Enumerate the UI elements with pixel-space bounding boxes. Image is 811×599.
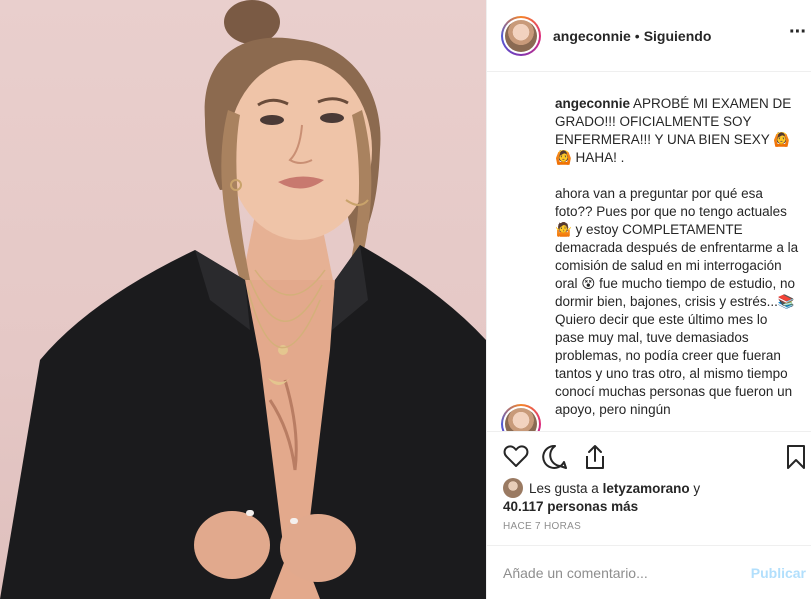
heart-icon[interactable] bbox=[503, 444, 529, 473]
post-photo-illustration bbox=[0, 0, 486, 599]
caption-text: APROBÉ MI EXAMEN DE GRADO!!! OFICIALMENT… bbox=[555, 96, 799, 417]
likes-count[interactable]: 40.117 personas más bbox=[503, 499, 638, 514]
comment-input[interactable] bbox=[503, 564, 743, 581]
user-avatar[interactable] bbox=[505, 19, 537, 52]
comment-avatar-image bbox=[505, 408, 537, 431]
share-icon[interactable] bbox=[583, 444, 607, 475]
comment-icon[interactable] bbox=[542, 444, 568, 475]
more-horizontal-icon[interactable]: ··· bbox=[789, 22, 807, 42]
likes-prefix: Les gusta a bbox=[529, 481, 603, 496]
header-separator: • bbox=[634, 27, 640, 44]
post-header: angeconnie • Siguiendo ··· bbox=[487, 0, 811, 72]
likes-summary: Les gusta a letyzamorano y 40.117 person… bbox=[503, 478, 803, 516]
liker-avatar[interactable] bbox=[503, 478, 523, 498]
caption-area[interactable]: angeconnie APROBÉ MI EXAMEN DE GRADO!!! … bbox=[487, 73, 811, 431]
following-button[interactable]: Siguiendo bbox=[644, 28, 712, 44]
user-avatar-ring[interactable] bbox=[501, 15, 541, 56]
bookmark-icon[interactable] bbox=[786, 444, 806, 475]
header-username[interactable]: angeconnie bbox=[553, 28, 631, 44]
post-side-panel: angeconnie • Siguiendo ··· angeconnie AP… bbox=[486, 0, 811, 599]
comment-bar: Publicar bbox=[487, 545, 811, 599]
liked-by-username[interactable]: letyzamorano bbox=[603, 481, 690, 496]
action-bar bbox=[487, 431, 811, 477]
post-timestamp[interactable]: HACE 7 HORAS bbox=[503, 521, 581, 532]
caption-username[interactable]: angeconnie bbox=[555, 96, 630, 111]
comment-avatar[interactable] bbox=[501, 404, 541, 431]
publish-button[interactable]: Publicar bbox=[751, 565, 806, 581]
post-caption: angeconnie APROBÉ MI EXAMEN DE GRADO!!! … bbox=[555, 95, 799, 419]
likes-connector: y bbox=[689, 481, 701, 496]
post-photo[interactable] bbox=[0, 0, 486, 599]
